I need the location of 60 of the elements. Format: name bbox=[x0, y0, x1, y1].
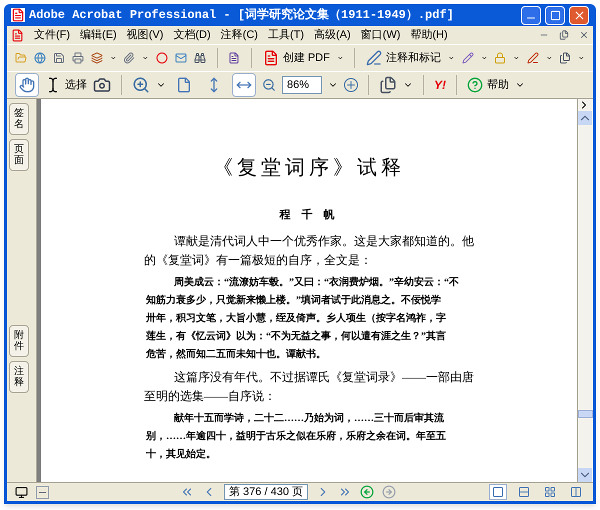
menu-item[interactable]: 高级(A) bbox=[314, 26, 351, 44]
pdf-icon bbox=[262, 50, 279, 66]
close-icon bbox=[572, 8, 586, 22]
back-icon[interactable] bbox=[360, 485, 374, 499]
yahoo-icon[interactable]: Y! bbox=[434, 76, 446, 94]
menu-item[interactable]: 帮助(H) bbox=[410, 26, 448, 44]
maximize-icon bbox=[550, 10, 560, 20]
create-pdf-button[interactable]: 创建 PDF bbox=[262, 50, 330, 66]
menu-item[interactable]: 工具(T) bbox=[268, 26, 304, 44]
help-button[interactable]: 帮助 bbox=[467, 76, 509, 94]
close-button[interactable] bbox=[569, 6, 589, 24]
grid-icon bbox=[544, 486, 556, 498]
fit-width-button[interactable] bbox=[232, 73, 256, 97]
pdf-icon bbox=[11, 28, 24, 42]
page-number-field[interactable]: 第 376 / 430 页 bbox=[224, 484, 308, 500]
scroll-down-icon[interactable] bbox=[578, 468, 592, 482]
scroll-thumb[interactable] bbox=[578, 410, 593, 418]
menu-item[interactable]: 编辑(E) bbox=[80, 26, 117, 44]
facing-icon bbox=[570, 486, 582, 498]
scrollbar[interactable] bbox=[577, 99, 593, 482]
help-icon bbox=[467, 77, 483, 93]
nav-tab[interactable]: 附件 bbox=[9, 325, 29, 357]
continuous-icon bbox=[518, 486, 530, 498]
zoom-in-icon[interactable] bbox=[132, 76, 150, 94]
acrobat-logo-icon bbox=[11, 8, 25, 22]
menu-item[interactable]: 文档(D) bbox=[173, 26, 211, 44]
camera-icon[interactable] bbox=[93, 76, 111, 94]
author-name: 程 千 帆 bbox=[279, 208, 339, 223]
nav-tab[interactable]: 签名 bbox=[9, 103, 29, 135]
zoom-out-icon[interactable] bbox=[262, 78, 276, 92]
hand-button[interactable] bbox=[15, 73, 39, 97]
window-title: Adobe Acrobat Professional - [词学研究论文集（1911-1949）.pdf] bbox=[29, 6, 455, 24]
pen-icon bbox=[366, 50, 382, 66]
single-page-icon bbox=[492, 486, 504, 498]
select-button[interactable]: 选择 bbox=[45, 76, 87, 94]
single-page-button[interactable] bbox=[489, 484, 507, 500]
minimize-button[interactable] bbox=[521, 6, 541, 24]
monitor-icon[interactable] bbox=[15, 486, 28, 498]
zoom-in-step-icon[interactable] bbox=[344, 78, 358, 92]
nav-tab[interactable]: 注释 bbox=[9, 361, 29, 393]
paragraph: 谭献是清代词人中一个优秀作家。这是大家都知道的。他 的《复堂词》有一篇极短的自序，全文是： bbox=[144, 232, 474, 268]
minimize-panel-icon[interactable] bbox=[36, 486, 49, 498]
menu-item[interactable]: 窗口(W) bbox=[360, 26, 400, 44]
close-icon[interactable] bbox=[579, 30, 589, 40]
quote-paragraph: 献年十五而学诗，二十二……乃始为词，……三十而后审其流 别，……年逾四十，益明于古乐之似在乐府，乐府之余在词。年至五 十，其见始定。 bbox=[145, 411, 447, 462]
menu-item[interactable]: 视图(V) bbox=[126, 26, 164, 44]
restore-icon[interactable] bbox=[559, 30, 569, 40]
page-title: 《复堂词序》试释 bbox=[213, 156, 405, 181]
scroll-up-icon[interactable] bbox=[578, 111, 592, 125]
menu-item[interactable]: 文件(F) bbox=[34, 26, 70, 44]
zoom-field[interactable]: 86% bbox=[282, 76, 322, 94]
comment-markup-button[interactable]: 注释和标记 bbox=[366, 50, 442, 66]
page-icon bbox=[176, 77, 192, 93]
hand-icon bbox=[19, 77, 35, 93]
paragraph: 这篇序没有年代。不过据谭氏《复堂词录》——一部由唐 至明的选集——自序说： bbox=[144, 368, 474, 404]
pages-icon[interactable] bbox=[379, 76, 397, 94]
quote-paragraph: 周美成云：“流潦妨车毂。”又曰：“衣润费炉烟。”辛幼安云：“不 知筋力衰多少，只觉新来懒上楼。”填词者试于此消息之。不佞悦学 卅年，积习文笔，大旨小慧，绖及倚声。乡人项生（按字名鸿祚，字 莲生，有《忆云词》以为：“不为无益之事，何以遣有涯之生？”其言 危苦，然而知二五而未知十也。谭献书。 bbox=[144, 275, 460, 362]
menu-item[interactable]: 注释(C) bbox=[220, 26, 258, 44]
maximize-button[interactable] bbox=[545, 6, 565, 24]
nav-tab[interactable]: 页面 bbox=[9, 139, 29, 171]
